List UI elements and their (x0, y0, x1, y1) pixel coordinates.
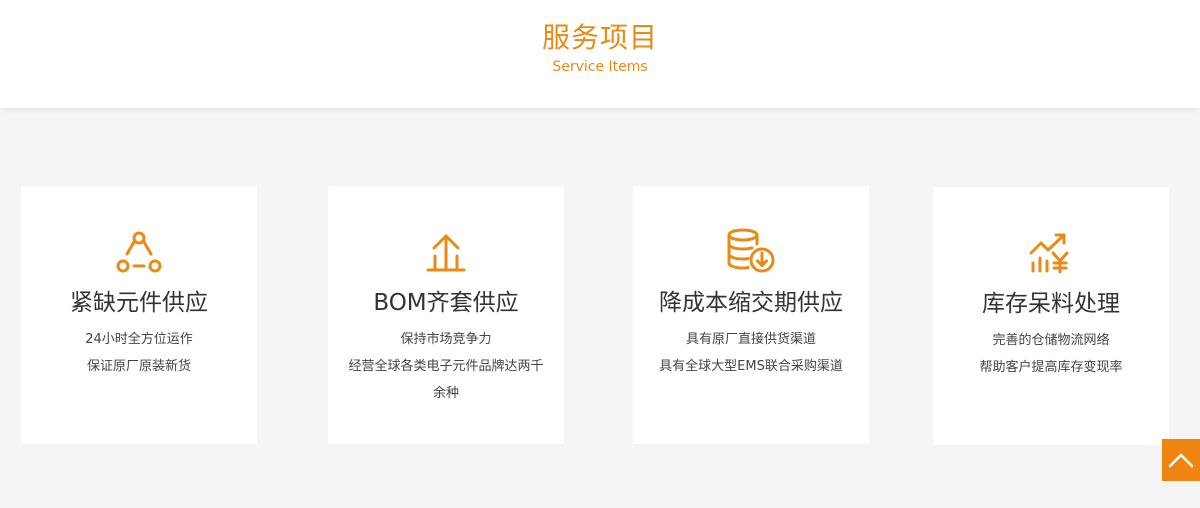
service-card-cost-reduction[interactable]: 降成本缩交期供应 具有原厂直接供货渠道 具有全球大型EMS联合采购渠道 (633, 186, 869, 444)
card-title: BOM齐套供应 (373, 290, 519, 316)
card-title: 降成本缩交期供应 (659, 290, 843, 316)
service-card-shortage-supply[interactable]: 紧缺元件供应 24小时全方位运作 保证原厂原装新货 (21, 186, 257, 444)
card-description: 保持市场竞争力 经营全球各类电子元件品牌达两千 余种 (342, 326, 550, 407)
card-desc-line: 余种 (432, 386, 459, 401)
chevron-up-icon (1168, 453, 1194, 468)
card-title: 紧缺元件供应 (70, 290, 208, 316)
card-desc-line: 保证原厂原装新货 (86, 359, 191, 374)
chart-yen-icon (933, 227, 1169, 279)
coin-stack-down-icon (633, 226, 869, 278)
card-desc-line: 具有全球大型EMS联合采购渠道 (659, 359, 843, 374)
card-description: 24小时全方位运作 保证原厂原装新货 (35, 326, 243, 380)
card-desc-line: 完善的仓储物流网络 (992, 333, 1110, 348)
card-desc-line: 保持市场竞争力 (400, 332, 492, 347)
section-header: 服务项目 Service Items (0, 0, 1200, 108)
network-nodes-icon (21, 226, 257, 278)
card-desc-line: 经营全球各类电子元件品牌达两千 (348, 359, 544, 374)
back-to-top-button[interactable] (1162, 439, 1200, 481)
card-title: 库存呆料处理 (982, 291, 1120, 317)
service-card-bom-supply[interactable]: BOM齐套供应 保持市场竞争力 经营全球各类电子元件品牌达两千 余种 (328, 186, 564, 444)
card-desc-line: 帮助客户提高库存变现率 (979, 360, 1123, 375)
section-title: 服务项目 (541, 21, 658, 54)
card-desc-line: 24小时全方位运作 (85, 332, 193, 347)
service-card-inventory-disposal[interactable]: 库存呆料处理 完善的仓储物流网络 帮助客户提高库存变现率 (933, 187, 1169, 445)
card-description: 具有原厂直接供货渠道 具有全球大型EMS联合采购渠道 (647, 326, 855, 380)
upload-arrow-icon (328, 226, 564, 278)
card-description: 完善的仓储物流网络 帮助客户提高库存变现率 (947, 327, 1155, 381)
section-subtitle: Service Items (552, 59, 648, 75)
card-desc-line: 具有原厂直接供货渠道 (685, 332, 816, 347)
